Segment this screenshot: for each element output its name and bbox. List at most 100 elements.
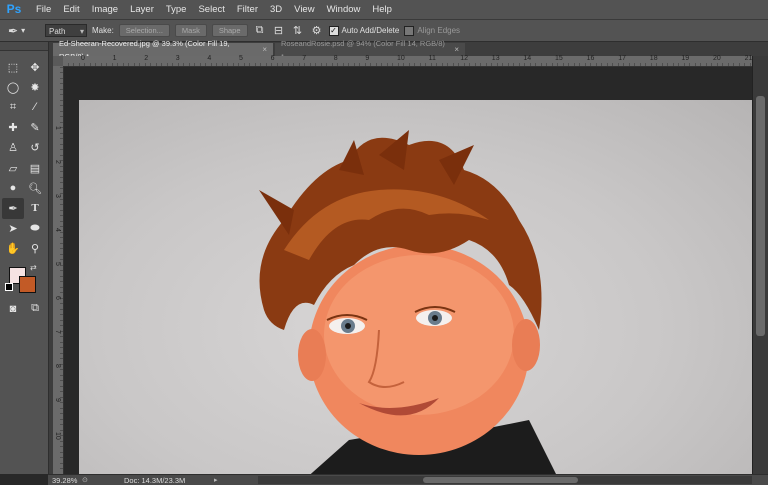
ruler-tick-label: 14: [523, 55, 532, 62]
make-shape-button[interactable]: Shape: [211, 24, 248, 37]
tool-preset-picker[interactable]: ✒ ▾: [8, 23, 40, 38]
ruler-tick-label: 19: [681, 55, 690, 62]
ruler-tick-label: 10: [397, 55, 405, 62]
ruler-tick-label: 5: [239, 55, 243, 62]
menu-bar: Ps File Edit Image Layer Type Select Fil…: [0, 0, 768, 20]
check-icon: ✓: [328, 25, 339, 36]
path-operations-icon[interactable]: ⧉: [253, 24, 267, 38]
ellipse-tool-icon[interactable]: ⬬: [24, 219, 46, 239]
menu-3d[interactable]: 3D: [264, 0, 288, 19]
move-tool-icon[interactable]: ✥: [24, 57, 46, 77]
ruler-tick-label: 2: [54, 160, 61, 164]
ruler-tick-label: 7: [302, 55, 307, 62]
status-bar: 39.28% ⊙ Doc: 14.3M/23.3M ▸: [48, 474, 768, 485]
ruler-tick-label: 1: [112, 55, 117, 62]
document-tab-bar: Ed-Sheeran-Recovered.jpg @ 39.3% (Color …: [53, 39, 768, 61]
artwork-image[interactable]: [79, 100, 752, 474]
ruler-tick-label: 16: [586, 55, 595, 62]
ruler-tick-label: 17: [618, 55, 626, 62]
menu-layer[interactable]: Layer: [124, 0, 160, 19]
path-selection-tool-icon[interactable]: ➤: [2, 219, 24, 239]
ruler-tick-label: 9: [365, 55, 370, 62]
lasso-tool-icon[interactable]: ◯: [2, 77, 24, 97]
ruler-tick-label: 13: [491, 55, 500, 62]
ruler-tick-label: 10: [54, 432, 61, 440]
auto-add-delete-checkbox[interactable]: ✓ Auto Add/Delete: [328, 25, 399, 36]
ruler-tick-label: 5: [54, 262, 61, 266]
tools-panel: ⬚ ✥ ◯ ✸ ⌗ ⁄ ✚ ✎ ♙ ↺ ▱ ▤ ● 🔍︎ ✒ T ➤ ⬬ ✋ ⚲…: [0, 42, 49, 474]
magic-wand-tool-icon[interactable]: ✸: [24, 77, 46, 97]
type-tool-icon[interactable]: T: [24, 198, 46, 218]
pen-tool-icon: ✒: [8, 23, 19, 38]
ruler-tick-label: 20: [713, 55, 721, 62]
marquee-tool-icon[interactable]: ⬚: [2, 57, 24, 77]
status-info-icon[interactable]: ⊙: [82, 476, 94, 484]
scroll-thumb[interactable]: [422, 477, 578, 483]
close-icon[interactable]: ×: [454, 43, 459, 56]
ruler-tick-label: 18: [649, 55, 658, 62]
tools-panel-header[interactable]: [0, 42, 48, 51]
menu-type[interactable]: Type: [160, 0, 193, 19]
ruler-tick-label: 7: [54, 330, 61, 334]
gear-icon[interactable]: ⚙: [310, 24, 324, 38]
align-edges-checkbox[interactable]: Align Edges: [404, 25, 460, 36]
zoom-level-field[interactable]: 39.28%: [48, 476, 82, 485]
photoshop-logo: Ps: [6, 2, 22, 16]
path-alignment-icon[interactable]: ⊟: [272, 24, 286, 38]
healing-brush-tool-icon[interactable]: ✚: [2, 118, 24, 138]
horizontal-ruler[interactable]: 0 1 2 3 4 5 6 7 8 9 10 11 12 13 14 15 16 17 18 19 20 21: [63, 55, 753, 67]
document-size-info: Doc: 14.3M/23.3M: [124, 475, 186, 485]
pen-tool-icon[interactable]: ✒: [2, 198, 24, 219]
menu-view[interactable]: View: [288, 0, 320, 19]
ruler-tick-label: 1: [54, 126, 61, 130]
color-swatches: ⇄: [0, 263, 48, 299]
pen-mode-select[interactable]: Path: [45, 24, 87, 38]
ruler-tick-label: 6: [270, 55, 275, 62]
path-arrangement-icon[interactable]: ⇅: [291, 24, 305, 38]
menu-select[interactable]: Select: [192, 0, 230, 19]
vertical-scrollbar[interactable]: [752, 56, 768, 474]
background-color-swatch[interactable]: [19, 275, 36, 293]
blur-tool-icon[interactable]: ●: [2, 178, 24, 198]
quick-mask-icon[interactable]: ◙: [2, 299, 24, 319]
ruler-tick-label: 2: [144, 55, 149, 62]
brush-tool-icon[interactable]: ✎: [24, 118, 46, 138]
eyedropper-tool-icon[interactable]: ⁄: [24, 97, 46, 117]
ruler-tick-label: 6: [54, 296, 61, 300]
canvas-area[interactable]: [64, 67, 752, 474]
menu-filter[interactable]: Filter: [231, 0, 264, 19]
close-icon[interactable]: ×: [262, 43, 267, 56]
make-mask-button[interactable]: Mask: [174, 24, 207, 37]
horizontal-scrollbar[interactable]: [257, 476, 752, 484]
eraser-tool-icon[interactable]: ▱: [2, 158, 24, 178]
ruler-tick-label: 8: [54, 364, 61, 368]
dodge-tool-icon[interactable]: 🔍︎: [24, 178, 46, 198]
crop-tool-icon[interactable]: ⌗: [2, 97, 24, 117]
menu-edit[interactable]: Edit: [57, 0, 85, 19]
status-menu-icon[interactable]: ▸: [214, 476, 218, 484]
menu-window[interactable]: Window: [321, 0, 367, 19]
portrait-illustration: [259, 130, 556, 474]
vertical-ruler[interactable]: 1 2 3 4 5 6 7 8 9 10: [53, 66, 64, 474]
ruler-tick-label: 12: [460, 55, 468, 62]
gradient-tool-icon[interactable]: ▤: [24, 158, 46, 178]
clone-stamp-tool-icon[interactable]: ♙: [2, 138, 24, 158]
swap-colors-icon[interactable]: ⇄: [30, 263, 37, 272]
ruler-tick-label: 4: [54, 228, 61, 232]
ruler-tick-label: 15: [555, 55, 563, 62]
menu-help[interactable]: Help: [366, 0, 398, 19]
hand-tool-icon[interactable]: ✋: [2, 239, 24, 259]
make-label: Make:: [92, 26, 114, 35]
make-selection-button[interactable]: Selection...: [118, 24, 170, 37]
zoom-tool-icon[interactable]: ⚲: [24, 239, 46, 259]
history-brush-tool-icon[interactable]: ↺: [24, 138, 46, 158]
ruler-tick-label: 0: [81, 55, 85, 62]
ruler-tick-label: 4: [207, 55, 212, 62]
menu-file[interactable]: File: [30, 0, 57, 19]
menu-image[interactable]: Image: [86, 0, 124, 19]
ruler-tick-label: 11: [428, 55, 436, 62]
ruler-tick-label: 3: [54, 194, 61, 198]
scroll-thumb[interactable]: [756, 96, 765, 336]
default-colors-icon[interactable]: [5, 282, 13, 291]
screen-mode-icon[interactable]: ⧉: [24, 299, 46, 319]
